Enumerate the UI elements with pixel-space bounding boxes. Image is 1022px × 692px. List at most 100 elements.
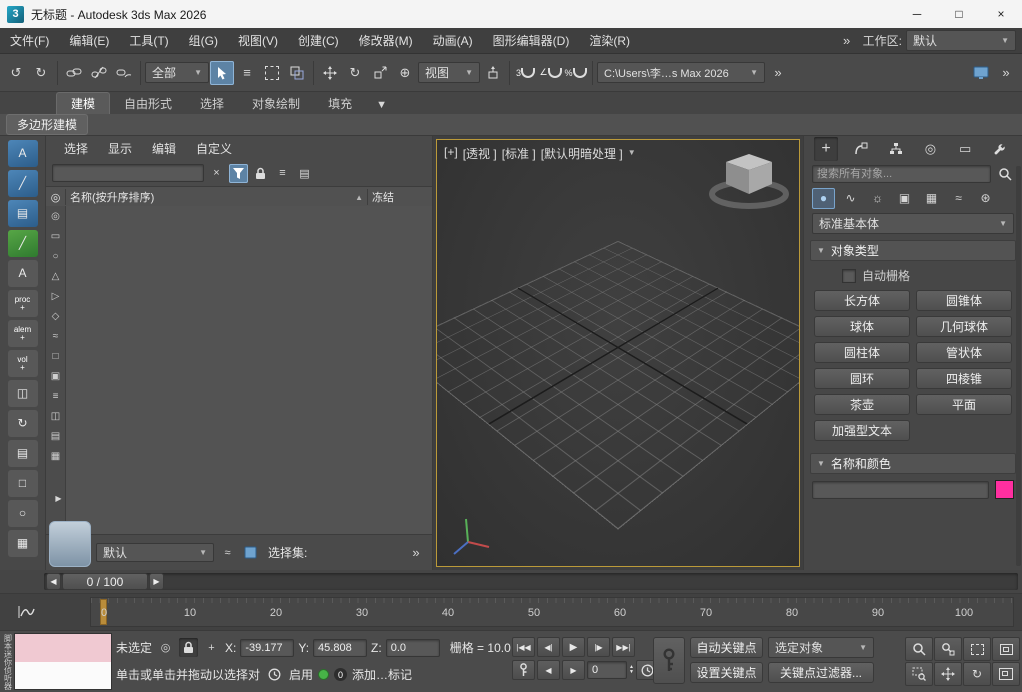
bind-to-space-warp-icon[interactable] <box>112 61 136 85</box>
z-coordinate-field[interactable] <box>386 639 440 657</box>
chat-tool-icon[interactable]: □ <box>8 470 38 497</box>
lock-explorer-icon[interactable] <box>251 164 270 183</box>
explorer-object-list[interactable] <box>66 206 432 534</box>
utilities-tab-icon[interactable] <box>988 137 1012 161</box>
command-panel-scrollbar[interactable] <box>1016 166 1021 566</box>
bubble-tool-icon[interactable]: ○ <box>8 500 38 527</box>
name-color-rollout-header[interactable]: ▼ 名称和颜色 <box>810 453 1016 474</box>
menu-animation[interactable]: 动画(A) <box>423 28 483 53</box>
time-slider-frame-label[interactable]: 0 / 100 <box>62 573 148 590</box>
hierarchy-tab-icon[interactable] <box>884 137 908 161</box>
ribbon-tab-object-paint[interactable]: 对象绘制 <box>238 93 314 114</box>
menu-group[interactable]: 组(G) <box>179 28 228 53</box>
textplus-button[interactable]: 加强型文本 <box>814 420 910 441</box>
viewport-general-menu[interactable]: [+] <box>444 145 458 162</box>
zoom-region-icon[interactable] <box>905 662 933 686</box>
maxscript-mini-listener[interactable]: 脚本迷你侦听器 <box>2 633 112 690</box>
frozen-column-header[interactable]: 冻结 <box>367 189 432 205</box>
time-slider-track[interactable]: ◀ 0 / 100 ▶ <box>44 573 1018 590</box>
viewport-renderer-menu[interactable]: [标准 ] <box>502 145 536 162</box>
select-and-place-icon[interactable]: ⊕ <box>393 61 417 85</box>
pyramid-button[interactable]: 四棱锥 <box>916 368 1012 389</box>
autogrid-checkbox[interactable] <box>842 269 856 283</box>
select-and-scale-icon[interactable] <box>368 61 392 85</box>
y-coordinate-field[interactable] <box>313 639 367 657</box>
proc-tool-icon[interactable]: proc + <box>8 290 38 317</box>
layer-stack-icon[interactable]: ≈ <box>218 543 237 562</box>
set-keys-button[interactable] <box>653 637 685 684</box>
zoom-icon[interactable] <box>905 637 933 661</box>
helpers-category-icon[interactable]: ▦ <box>920 188 943 209</box>
slider-step-forward-icon[interactable]: ▶ <box>149 573 164 590</box>
layer-thumbnail-tile[interactable] <box>49 521 91 567</box>
display-all-filter-icon[interactable]: ◎ <box>48 209 63 224</box>
create-tab-icon[interactable]: + <box>814 137 838 161</box>
annotate-tool-icon[interactable]: A <box>8 140 38 167</box>
menu-edit[interactable]: 编辑(E) <box>59 28 119 53</box>
select-and-link-icon[interactable] <box>62 61 86 85</box>
menu-tools[interactable]: 工具(T) <box>119 28 178 53</box>
menu-views[interactable]: 视图(V) <box>228 28 288 53</box>
app-icon[interactable]: 3 <box>7 6 24 23</box>
selection-set-dropdown[interactable]: 选定对象 ▼ <box>768 637 874 658</box>
selection-lock-icon[interactable] <box>179 638 198 657</box>
cameras-category-icon[interactable]: ▣ <box>893 188 916 209</box>
teapot-button[interactable]: 茶壶 <box>814 394 910 415</box>
name-column-header[interactable]: 名称(按升序排序) ▲ <box>65 189 367 205</box>
object-name-field[interactable] <box>812 481 989 499</box>
menu-graph-editors[interactable]: 图形编辑器(D) <box>483 28 580 53</box>
go-to-end-icon[interactable]: ▶▶| <box>612 637 635 657</box>
frame-spinner-down-icon[interactable]: ▼ <box>629 670 634 675</box>
time-tag-clock-icon[interactable] <box>265 665 284 684</box>
angle-snap-toggle-icon[interactable]: ∠ <box>539 61 563 85</box>
groups-filter-icon[interactable]: □ <box>48 349 63 364</box>
pan-icon[interactable] <box>934 662 962 686</box>
selection-filter-dropdown[interactable]: 全部 ▼ <box>145 62 209 83</box>
orbit-icon[interactable]: ↻ <box>963 662 991 686</box>
play-icon[interactable]: ▶ <box>562 637 585 657</box>
isolate-selection-icon[interactable]: ◎ <box>156 638 175 657</box>
layers-tool-icon[interactable]: ▤ <box>8 200 38 227</box>
xref-filter-icon[interactable]: ▣ <box>48 369 63 384</box>
ribbon-minimize-icon[interactable]: ▼ <box>372 95 391 114</box>
cylinder-button[interactable]: 圆柱体 <box>814 342 910 363</box>
explorer-overflow-chevrons-icon[interactable]: » <box>404 541 428 565</box>
vol-tool-icon[interactable]: vol + <box>8 350 38 377</box>
next-frame-icon[interactable]: |▶ <box>587 637 610 657</box>
select-object-icon[interactable] <box>210 61 234 85</box>
ribbon-tab-modeling[interactable]: 建模 <box>56 92 110 114</box>
layer-manager-icon[interactable] <box>241 543 260 562</box>
maximize-viewport-toggle-icon[interactable] <box>992 662 1020 686</box>
perspective-viewport[interactable]: [+] [透视 ] [标准 ] [默认明暗处理 ] ▼ <box>436 139 800 567</box>
geometry-category-icon[interactable]: ● <box>812 188 835 209</box>
reference-coordinate-dropdown[interactable]: 视图 ▼ <box>418 62 480 83</box>
auto-key-button[interactable]: 自动关键点 <box>690 637 763 658</box>
pencil-tool-icon[interactable]: ╱ <box>8 170 38 197</box>
unlink-selection-icon[interactable] <box>87 61 111 85</box>
cone-button[interactable]: 圆锥体 <box>916 290 1012 311</box>
object-color-swatch[interactable] <box>995 480 1014 499</box>
menu-rendering[interactable]: 渲染(R) <box>579 28 640 53</box>
close-button[interactable]: × <box>980 0 1022 28</box>
plane-button[interactable]: 平面 <box>916 394 1012 415</box>
bones-filter-icon[interactable]: ≡ <box>48 389 63 404</box>
panel-expand-arrow-icon[interactable]: ▶ <box>49 489 68 508</box>
shapes-category-icon[interactable]: ∿ <box>839 188 862 209</box>
add-time-tag[interactable]: 添加…标记 <box>352 666 412 683</box>
explorer-menu-select[interactable]: 选择 <box>54 140 98 157</box>
sort-list-icon[interactable]: ≡ <box>273 164 292 183</box>
scene-scripts-status-dot[interactable] <box>318 669 329 680</box>
misc-filter-icon[interactable]: ▦ <box>48 449 63 464</box>
spacewarps-category-icon[interactable]: ≈ <box>947 188 970 209</box>
snap-toggle-3d-icon[interactable]: 3 <box>514 61 538 85</box>
subcategory-dropdown[interactable]: 标准基本体 ▼ <box>812 213 1014 234</box>
undo-icon[interactable]: ↺ <box>4 61 28 85</box>
listener-macro-line[interactable] <box>15 634 111 662</box>
explorer-menu-display[interactable]: 显示 <box>98 140 142 157</box>
minimize-button[interactable]: ─ <box>896 0 938 28</box>
previous-key-icon[interactable]: ◀ <box>537 660 560 680</box>
viewport-pov-menu[interactable]: [透视 ] <box>463 145 497 162</box>
listener-output-line[interactable] <box>15 662 111 690</box>
ribbon-tab-selection[interactable]: 选择 <box>186 93 238 114</box>
explorer-menu-edit[interactable]: 编辑 <box>142 140 186 157</box>
